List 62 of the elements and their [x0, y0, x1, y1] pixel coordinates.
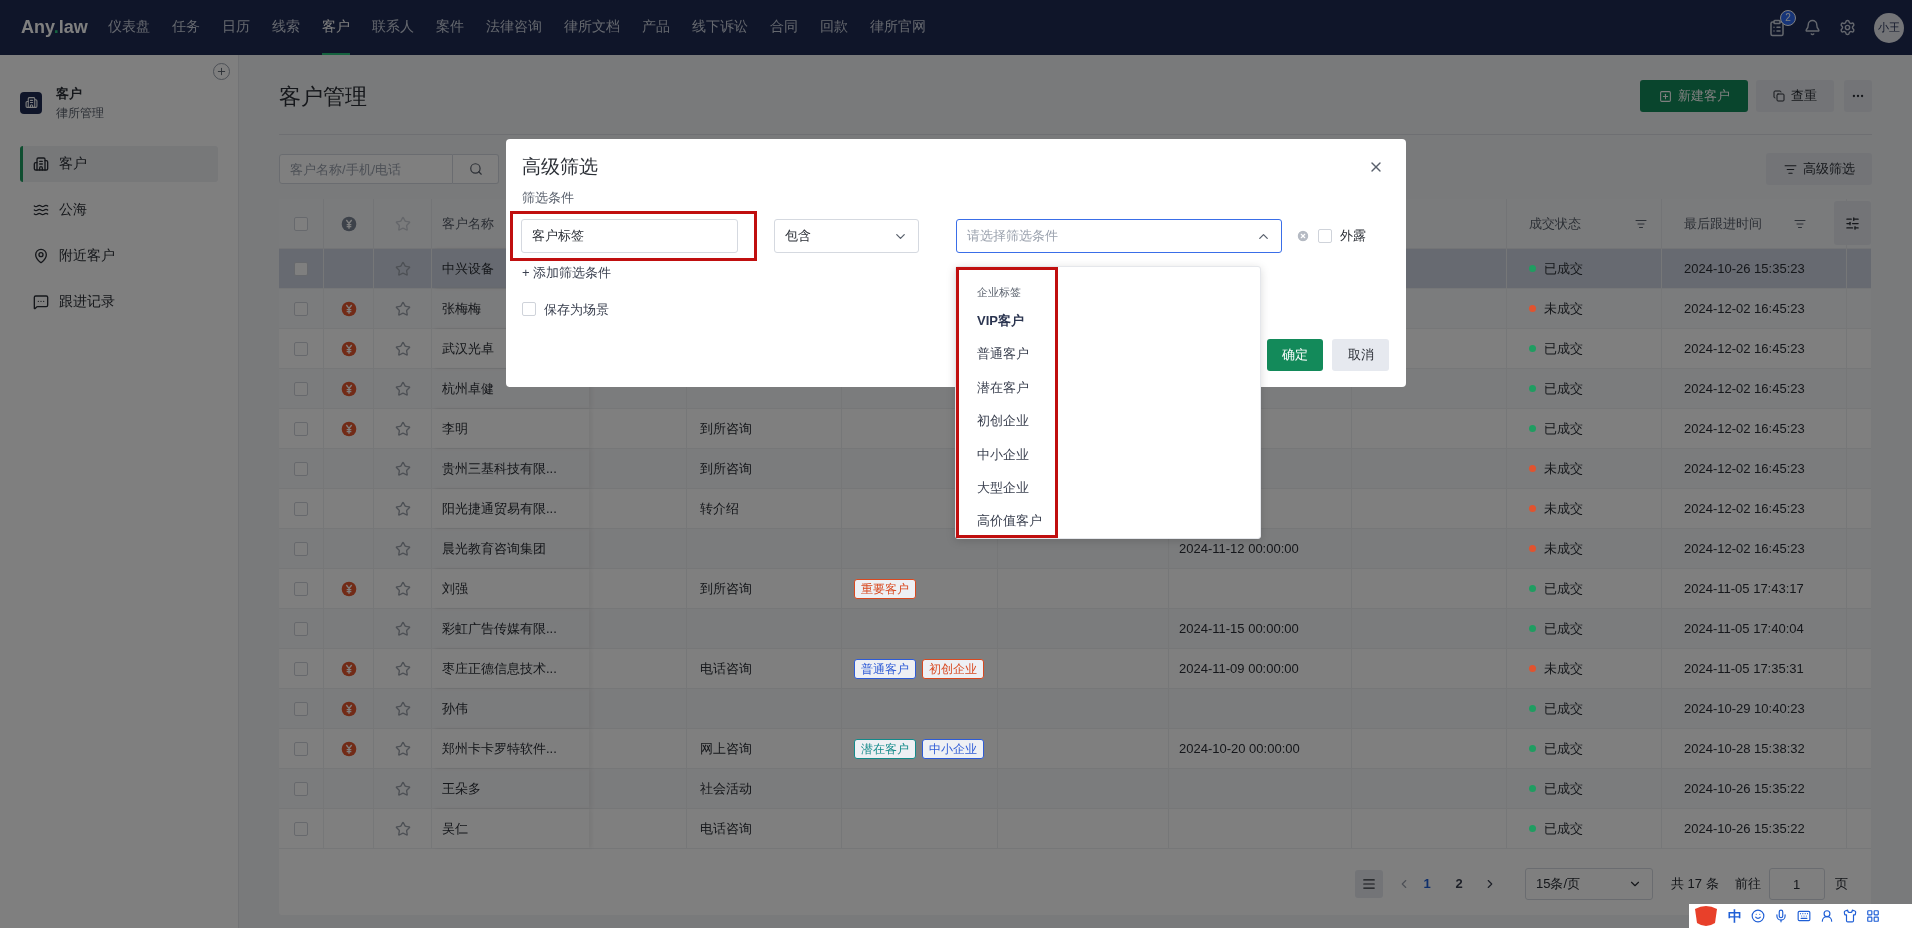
source-text: 电话咨询 [700, 819, 752, 838]
date-text: 2024-12-02 16:45:23 [1684, 459, 1805, 478]
date-text: 2024-12-02 16:45:23 [1684, 299, 1805, 318]
module-subtitle: 律所管理 [56, 104, 104, 122]
date-text: 2024-12-02 16:45:23 [1684, 339, 1805, 358]
goto-suffix: 页 [1834, 875, 1848, 894]
option-group-label: 企业标签 [977, 285, 1022, 300]
tag: 初创企业 [922, 658, 984, 679]
date-text: 2024-12-02 16:45:23 [1684, 539, 1805, 558]
tag: 重要客户 [854, 578, 916, 599]
source-text: 到所咨询 [700, 459, 752, 478]
column-header: 最后跟进时间 [1684, 214, 1762, 233]
checkbox-label: 保存为场景 [544, 300, 609, 319]
date-text: 2024-11-09 00:00:00 [1179, 659, 1299, 678]
date-text: 2024-11-05 17:40:04 [1684, 619, 1804, 638]
status-text: 已成交 [1544, 619, 1583, 638]
total-count: 共 17 条 [1671, 875, 1719, 894]
status-text: 未成交 [1544, 299, 1583, 318]
date-text: 2024-10-29 10:40:23 [1684, 699, 1805, 718]
tag: 普通客户 [854, 658, 916, 679]
date-text: 2024-12-02 16:45:23 [1684, 379, 1805, 398]
status-text: 已成交 [1544, 699, 1583, 718]
date-text: 2024-11-05 17:43:17 [1684, 579, 1804, 598]
source-text: 转介绍 [700, 499, 739, 518]
status-text: 已成交 [1544, 579, 1583, 598]
date-text: 2024-10-26 15:35:22 [1684, 819, 1805, 838]
source-text: 到所咨询 [700, 419, 752, 438]
status-text: 已成交 [1544, 259, 1583, 278]
date-text: 2024-10-26 15:35:23 [1684, 259, 1805, 278]
status-text: 未成交 [1544, 459, 1583, 478]
tag: 潜在客户 [854, 738, 916, 759]
status-text: 已成交 [1544, 739, 1583, 758]
status-text: 已成交 [1544, 379, 1583, 398]
date-text: 2024-11-12 00:00:00 [1179, 539, 1299, 558]
source-text: 社会活动 [700, 779, 752, 798]
status-text: 已成交 [1544, 419, 1583, 438]
source-text: 网上咨询 [700, 739, 752, 758]
status-text: 未成交 [1544, 659, 1583, 678]
date-text: 2024-11-05 17:35:31 [1684, 659, 1804, 678]
checkbox-label: 外露 [1340, 227, 1366, 246]
section-label: 筛选条件 [522, 188, 575, 207]
source-text: 电话咨询 [700, 659, 752, 678]
status-text: 未成交 [1544, 539, 1583, 558]
page-title: 客户管理 [279, 82, 367, 111]
status-text: 已成交 [1544, 779, 1583, 798]
tag: 中小企业 [922, 738, 984, 759]
status-text: 已成交 [1544, 339, 1583, 358]
source-text: 到所咨询 [700, 579, 752, 598]
date-text: 2024-10-26 15:35:22 [1684, 779, 1805, 798]
module-title: 客户 [56, 85, 83, 103]
date-text: 2024-10-28 15:38:32 [1684, 739, 1805, 758]
column-header: 成交状态 [1529, 214, 1581, 233]
status-text: 未成交 [1544, 499, 1583, 518]
date-text: 2024-11-15 00:00:00 [1179, 619, 1299, 638]
notification-badge: 2 [1780, 9, 1796, 26]
dialog-title: 高级筛选 [522, 155, 598, 179]
goto-label: 前往 [1734, 875, 1761, 894]
date-text: 2024-12-02 16:45:23 [1684, 499, 1805, 518]
date-text: 2024-12-02 16:45:23 [1684, 419, 1805, 438]
column-header: 客户名称 [442, 214, 494, 233]
date-text: 2024-10-20 00:00:00 [1179, 739, 1300, 758]
status-text: 已成交 [1544, 819, 1583, 838]
